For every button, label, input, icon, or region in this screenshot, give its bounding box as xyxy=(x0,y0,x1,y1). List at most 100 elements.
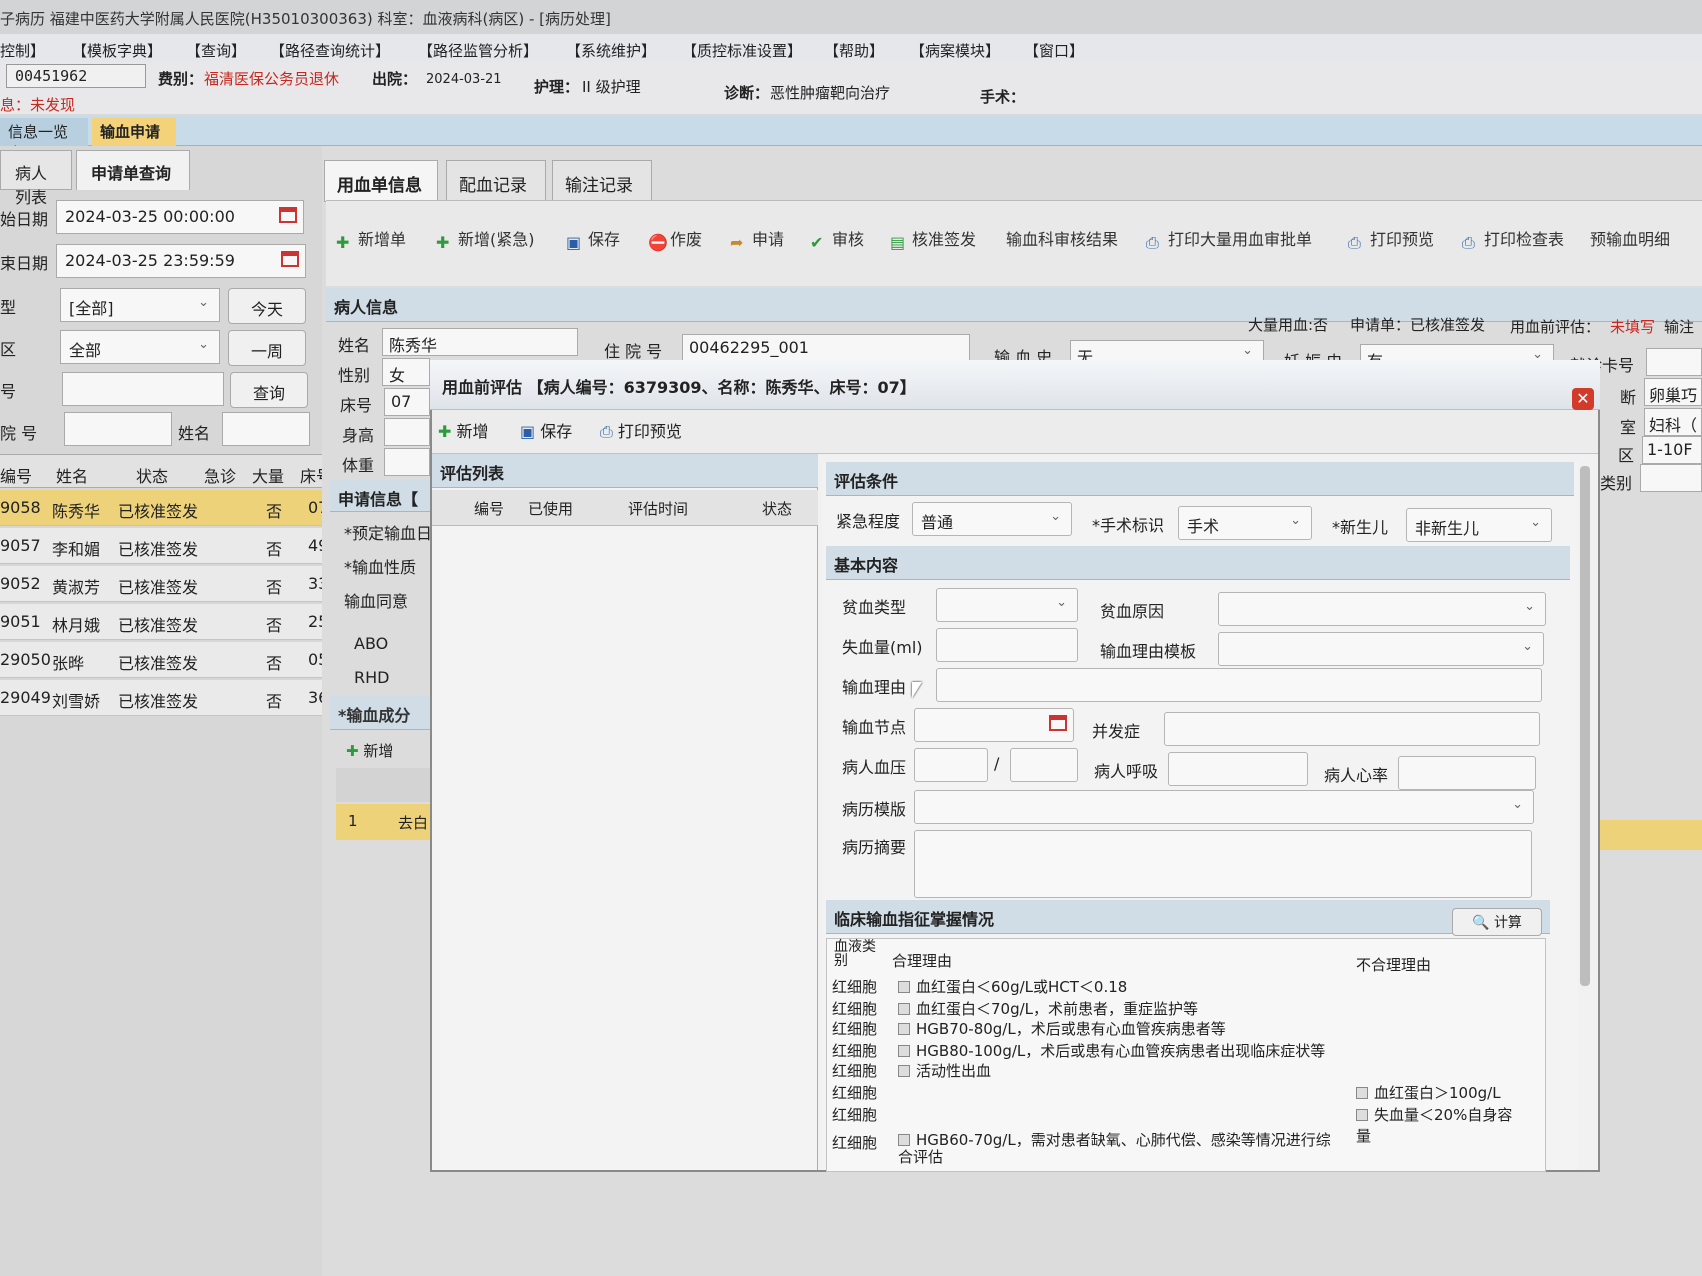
menu-query[interactable]: 【查询】 xyxy=(186,40,246,61)
area-select[interactable]: 全部 ⌄ xyxy=(60,330,220,364)
tab-info-overview[interactable]: 信息一览表 xyxy=(0,118,88,162)
review-button[interactable]: ✔ 审核 xyxy=(810,226,864,252)
checkbox-icon[interactable] xyxy=(898,1003,910,1015)
number-input[interactable] xyxy=(62,372,224,406)
complication-input[interactable] xyxy=(1164,712,1540,746)
approve-sign-button[interactable]: ▤ 核准签发 xyxy=(890,226,976,252)
menu-control[interactable]: 控制】 xyxy=(0,40,45,61)
calendar-icon[interactable] xyxy=(279,207,297,223)
table-row[interactable]: 29050 张晔 已核准签发否 05 xyxy=(0,642,330,678)
dialog-print-preview-button[interactable]: ⎙ 打印预览 xyxy=(600,418,682,442)
blood-loss-input[interactable] xyxy=(936,628,1078,662)
table-row[interactable]: 9052 黄淑芳 已核准签发否 33 xyxy=(0,566,330,602)
checkbox-icon[interactable] xyxy=(898,981,910,993)
bg-sex-field[interactable]: 女 xyxy=(382,358,430,386)
bg-bed-field[interactable]: 07 xyxy=(384,388,430,416)
void-button[interactable]: ⛔ 作废 xyxy=(648,226,702,252)
tab-transfusion-application[interactable]: 输血申请 xyxy=(92,118,176,146)
bg-admission-field[interactable]: 00462295_001 xyxy=(682,334,970,362)
indication-checkbox[interactable]: 失血量＜20%自身容量 xyxy=(1356,1104,1516,1146)
surgery-flag-select[interactable]: 手术 ⌄ xyxy=(1178,506,1312,540)
indication-checkbox[interactable]: HGB60-70g/L，需对患者缺氧、心肺代偿、感染等情况进行综合评估 xyxy=(898,1132,1344,1166)
menu-case-module[interactable]: 【病案模块】 xyxy=(910,40,1000,61)
start-date-input[interactable]: 2024-03-25 00:00:00 xyxy=(56,200,304,234)
transfusion-review-result-button[interactable]: 输血科审核结果 xyxy=(1006,226,1118,250)
col-eval-used[interactable]: 已使用 xyxy=(528,498,573,519)
bg-ward-field[interactable]: 1-10F xyxy=(1642,436,1702,464)
col-bulk[interactable]: 大量 xyxy=(252,463,284,487)
bg-name-field[interactable]: 陈秀华 xyxy=(382,328,578,356)
menu-path-query[interactable]: 【路径查询统计】 xyxy=(270,40,390,61)
record-template-select[interactable]: ⌄ xyxy=(914,790,1534,824)
bg-diag-field[interactable]: 卵巢巧 xyxy=(1644,378,1702,406)
col-number[interactable]: 编号 xyxy=(0,463,32,487)
query-button[interactable]: 查询 xyxy=(230,372,308,408)
tab-patient-list[interactable]: 病人列表 xyxy=(0,150,72,207)
table-row[interactable]: 9058 陈秀华 已核准签发否 07 xyxy=(0,490,330,526)
tab-crossmatch-record[interactable]: 配血记录 xyxy=(446,160,546,202)
menu-qc-standard[interactable]: 【质控标准设置】 xyxy=(682,40,802,61)
newborn-select[interactable]: 非新生儿 ⌄ xyxy=(1406,508,1552,542)
col-emergency[interactable]: 急诊 xyxy=(204,463,236,487)
heart-rate-input[interactable] xyxy=(1398,756,1536,790)
col-name[interactable]: 姓名 xyxy=(56,463,88,487)
admission-no-input[interactable] xyxy=(64,412,172,446)
checkbox-icon[interactable] xyxy=(898,1134,910,1146)
transfusion-reason-input[interactable] xyxy=(936,668,1542,702)
new-order-button[interactable]: ✚ 新增单 xyxy=(336,226,406,252)
indication-checkbox[interactable]: 血红蛋白＜60g/L或HCT＜0.18 xyxy=(898,976,1127,997)
checkbox-icon[interactable] xyxy=(898,1023,910,1035)
checkbox-icon[interactable] xyxy=(898,1045,910,1057)
bg-dept-field[interactable]: 妇科（ xyxy=(1644,408,1702,436)
anemia-type-select[interactable]: ⌄ xyxy=(936,588,1078,622)
bg-card-field[interactable] xyxy=(1646,348,1702,376)
dialog-new-button[interactable]: ✚ 新增 xyxy=(438,418,489,442)
type-select[interactable]: [全部] ⌄ xyxy=(60,288,220,322)
table-row[interactable]: 29049 刘雪娇 已核准签发否 36 xyxy=(0,680,330,716)
print-preview-button[interactable]: ⎙ 打印预览 xyxy=(1348,226,1434,252)
checkbox-icon[interactable] xyxy=(898,1065,910,1077)
bp-systolic-input[interactable] xyxy=(914,748,988,782)
week-button[interactable]: 一周 xyxy=(228,330,306,366)
col-eval-time[interactable]: 评估时间 xyxy=(628,498,688,519)
indication-checkbox[interactable]: HGB70-80g/L，术后或患有心血管疾病患者等 xyxy=(898,1018,1226,1039)
new-urgent-button[interactable]: ✚ 新增(紧急) xyxy=(436,226,535,252)
dialog-save-button[interactable]: ▣ 保存 xyxy=(520,418,572,442)
save-button[interactable]: ▣ 保存 xyxy=(566,226,620,252)
today-button[interactable]: 今天 xyxy=(228,288,306,324)
name-input[interactable] xyxy=(222,412,310,446)
indication-checkbox[interactable]: HGB80-100g/L，术后或患有心血管疾病患者出现临床症状等 xyxy=(898,1040,1325,1061)
menu-template-dict[interactable]: 【模板字典】 xyxy=(72,40,162,61)
urgency-select[interactable]: 普通 ⌄ xyxy=(912,502,1072,536)
menu-window[interactable]: 【窗口】 xyxy=(1024,40,1084,61)
tab-blood-order-info[interactable]: 用血单信息 xyxy=(324,160,438,202)
col-eval-number[interactable]: 编号 xyxy=(474,498,504,519)
anemia-cause-select[interactable]: ⌄ xyxy=(1218,592,1546,626)
indication-checkbox[interactable]: 血红蛋白＜70g/L，术前患者，重症监护等 xyxy=(898,998,1198,1019)
col-status[interactable]: 状态 xyxy=(136,463,168,487)
close-icon[interactable]: ✕ xyxy=(1572,388,1594,410)
bg-weight-field[interactable] xyxy=(384,448,430,476)
checkbox-icon[interactable] xyxy=(1356,1109,1368,1121)
dialog-scrollbar[interactable] xyxy=(1580,466,1590,986)
indication-checkbox[interactable]: 血红蛋白＞100g/L xyxy=(1356,1082,1516,1103)
calendar-icon[interactable] xyxy=(281,251,299,267)
tab-application-query[interactable]: 申请单查询 xyxy=(76,150,190,190)
apply-button[interactable]: ➦ 申请 xyxy=(730,226,784,252)
bp-diastolic-input[interactable] xyxy=(1010,748,1078,782)
record-summary-textarea[interactable] xyxy=(914,830,1532,898)
menu-path-monitor[interactable]: 【路径监管分析】 xyxy=(418,40,538,61)
reason-template-select[interactable]: ⌄ xyxy=(1218,632,1544,666)
indication-checkbox[interactable]: 活动性出血 xyxy=(898,1060,991,1081)
col-eval-status[interactable]: 状态 xyxy=(762,498,792,519)
component-add-button[interactable]: ✚ 新增 xyxy=(346,740,393,761)
checkbox-icon[interactable] xyxy=(1356,1087,1368,1099)
table-row[interactable]: 9051 林月娥 已核准签发否 25 xyxy=(0,604,330,640)
table-row[interactable]: 9057 李和媚 已核准签发否 49 xyxy=(0,528,330,564)
pre-transfusion-detail-button[interactable]: 预输血明细 xyxy=(1590,226,1670,250)
print-bulk-approval-button[interactable]: ⎙ 打印大量用血审批单 xyxy=(1146,226,1312,252)
respiration-input[interactable] xyxy=(1168,752,1308,786)
bg-category-field[interactable] xyxy=(1640,464,1702,492)
menu-help[interactable]: 【帮助】 xyxy=(824,40,884,61)
transfusion-node-input[interactable] xyxy=(914,708,1074,742)
